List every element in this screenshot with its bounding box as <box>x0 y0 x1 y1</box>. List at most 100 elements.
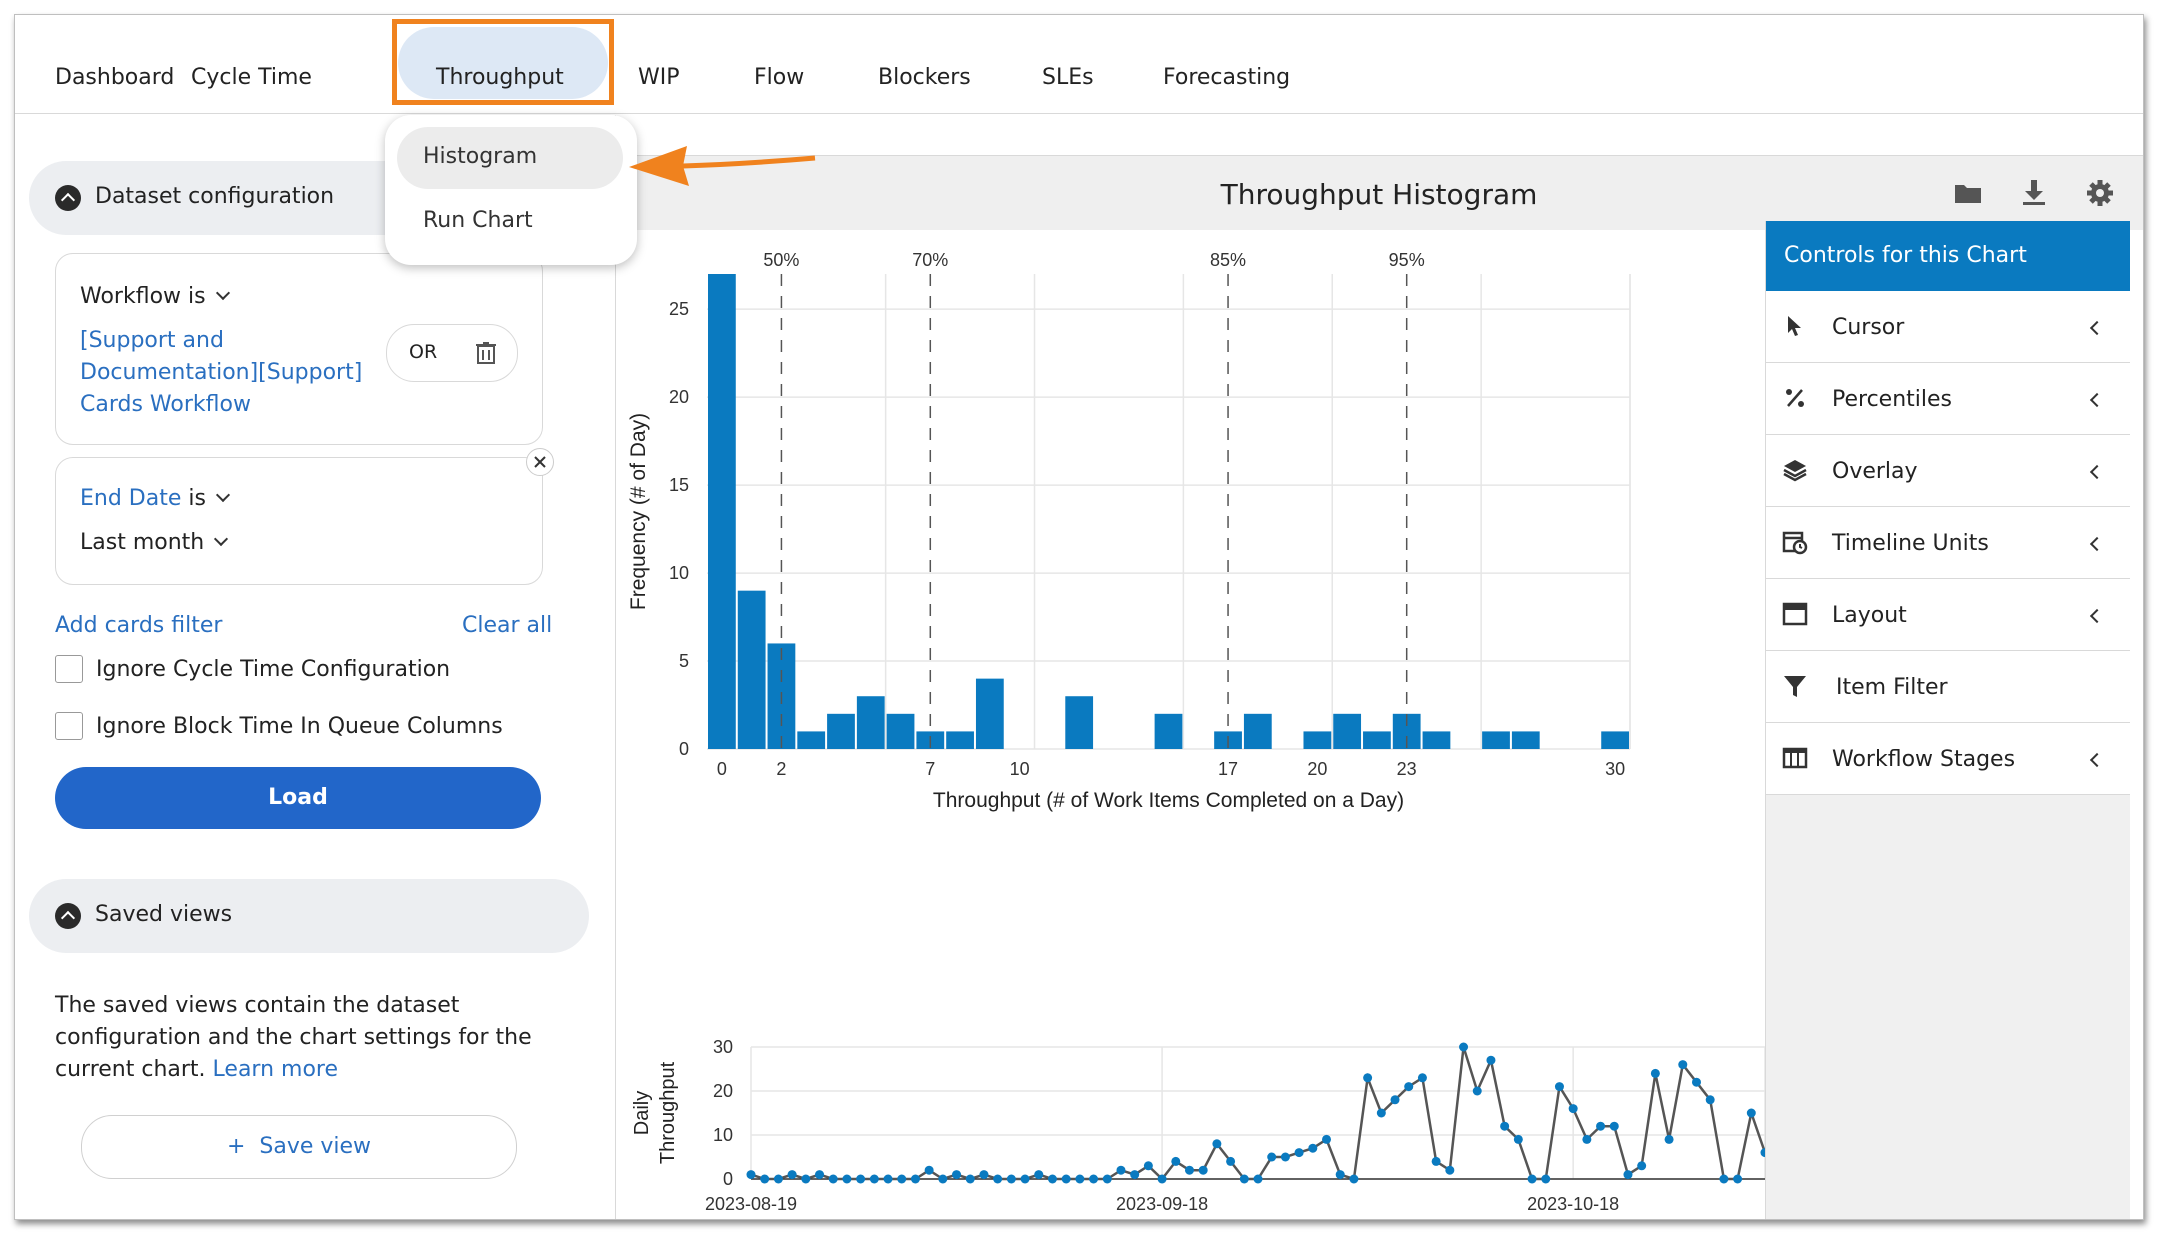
control-workflow-stages[interactable]: Workflow Stages <box>1766 723 2130 795</box>
learn-more-link[interactable]: Learn more <box>213 1057 338 1082</box>
run-data-point <box>1116 1165 1126 1175</box>
clear-all-link[interactable]: Clear all <box>462 613 552 638</box>
run-data-point <box>883 1174 893 1184</box>
run-data-point <box>1239 1174 1249 1184</box>
workflow-value-line3[interactable]: Cards Workflow <box>80 392 251 417</box>
save-view-button[interactable]: + Save view <box>81 1115 517 1179</box>
histogram-bar <box>886 713 915 749</box>
run-data-point <box>1527 1174 1537 1184</box>
histogram-bar <box>1601 731 1629 749</box>
histogram-bar <box>1303 731 1332 749</box>
tab-wip[interactable]: WIP <box>638 65 680 90</box>
run-series-line <box>750 1046 1765 1181</box>
folder-icon[interactable] <box>1953 178 1983 208</box>
chevron-down-icon <box>215 285 230 301</box>
run-data-point <box>1691 1077 1701 1087</box>
run-data-point <box>924 1165 934 1175</box>
run-data-point <box>1143 1161 1153 1171</box>
saved-views-header[interactable]: Saved views <box>29 879 589 953</box>
workflow-value-line1[interactable]: [Support and <box>80 328 224 353</box>
tab-forecasting[interactable]: Forecasting <box>1163 65 1290 90</box>
tab-sles[interactable]: SLEs <box>1042 65 1094 90</box>
add-cards-filter-link[interactable]: Add cards filter <box>55 613 222 638</box>
run-data-point <box>1472 1086 1482 1096</box>
ignore-cycle-checkbox[interactable] <box>55 655 83 683</box>
control-cursor[interactable]: Cursor <box>1766 291 2130 363</box>
columns-icon <box>1782 747 1808 769</box>
run-data-point <box>1609 1121 1619 1131</box>
x-tick-label: 10 <box>1010 759 1030 779</box>
control-layout[interactable]: Layout <box>1766 579 2130 651</box>
run-data-point <box>1349 1174 1359 1184</box>
run-data-point <box>1253 1174 1263 1184</box>
saved-views-desc-text: current chart. <box>55 1057 206 1082</box>
trash-icon[interactable] <box>475 341 497 365</box>
run-data-point <box>1006 1174 1016 1184</box>
y-tick-label: 0 <box>679 739 689 759</box>
chevron-left-icon <box>2089 536 2105 552</box>
histogram-bar <box>1065 696 1094 749</box>
run-data-point <box>1500 1121 1510 1131</box>
control-overlay[interactable]: Overlay <box>1766 435 2130 507</box>
saved-views-desc-line1: The saved views contain the dataset <box>55 993 460 1018</box>
tab-dashboard[interactable]: Dashboard <box>55 65 174 90</box>
run-x-tick-label: 2023-10-18 <box>1527 1194 1619 1214</box>
run-data-point <box>869 1174 879 1184</box>
run-data-point <box>1335 1170 1345 1180</box>
load-button[interactable]: Load <box>55 767 541 829</box>
run-chart[interactable]: 0 10 20 30 2023-08-19 2023-09-18 2023-10-18 Dai… <box>615 1019 1765 1219</box>
workflow-filter-label[interactable]: Workflow is <box>80 284 230 309</box>
run-data-point <box>1089 1174 1099 1184</box>
end-date-label[interactable]: End Date is <box>80 486 231 511</box>
histogram-bar <box>1243 713 1272 749</box>
run-data-point <box>1280 1152 1290 1162</box>
run-x-tick-label: 2023-09-18 <box>1116 1194 1208 1214</box>
menu-item-label: Run Chart <box>423 208 533 233</box>
run-y-tick-label: 0 <box>723 1169 733 1189</box>
or-button[interactable]: OR <box>409 341 437 363</box>
chevron-left-icon <box>2089 320 2105 336</box>
histogram-bar <box>946 731 974 749</box>
gear-icon[interactable] <box>2085 178 2115 208</box>
run-data-point <box>856 1174 866 1184</box>
workflow-value-line2[interactable]: Documentation][Support] <box>80 360 362 385</box>
histogram-bar <box>737 590 766 749</box>
control-item-filter[interactable]: Item Filter <box>1766 651 2130 723</box>
tab-cycle-time[interactable]: Cycle Time <box>191 65 312 90</box>
run-data-point <box>1719 1174 1729 1184</box>
menu-item-label: Histogram <box>423 144 538 169</box>
tab-flow[interactable]: Flow <box>754 65 804 90</box>
throughput-dropdown-menu: Histogram Run Chart <box>385 115 637 265</box>
y-tick-label: 5 <box>679 651 689 671</box>
filter-icon <box>1784 676 1806 697</box>
run-data-point <box>773 1174 783 1184</box>
control-timeline-units[interactable]: Timeline Units <box>1766 507 2130 579</box>
histogram-chart[interactable]: 50% 70% 85% 95% 0 5 10 15 20 25 0 2 7 10 17 20 23 30 Thro… <box>615 229 1765 1019</box>
histogram-bar <box>1154 713 1183 749</box>
layers-icon <box>1783 460 1807 482</box>
tab-blockers[interactable]: Blockers <box>878 65 971 90</box>
control-label: Cursor <box>1832 315 1905 340</box>
end-date-value[interactable]: Last month <box>80 530 229 555</box>
tab-highlight-box <box>392 19 614 105</box>
menu-item-histogram[interactable]: Histogram <box>397 127 623 189</box>
left-panel: Dataset configuration Workflow is [Suppo… <box>15 115 616 1219</box>
run-data-point <box>828 1174 838 1184</box>
download-icon[interactable] <box>2019 178 2049 208</box>
y-tick-label: 20 <box>669 387 689 407</box>
run-data-point <box>1541 1174 1551 1184</box>
remove-filter-button[interactable] <box>526 448 554 476</box>
x-tick-label: 0 <box>717 759 727 779</box>
plus-icon: + <box>226 1134 246 1159</box>
ignore-block-checkbox[interactable] <box>55 712 83 740</box>
run-data-point <box>910 1174 920 1184</box>
control-label: Timeline Units <box>1832 531 1989 556</box>
run-data-point <box>815 1170 825 1180</box>
x-tick-label: 17 <box>1218 759 1238 779</box>
run-data-point <box>760 1174 770 1184</box>
chevron-left-icon <box>2089 464 2105 480</box>
histogram-bar <box>856 696 885 749</box>
menu-item-run-chart[interactable]: Run Chart <box>397 191 623 253</box>
control-label: Layout <box>1832 603 1907 628</box>
control-percentiles[interactable]: Percentiles <box>1766 363 2130 435</box>
